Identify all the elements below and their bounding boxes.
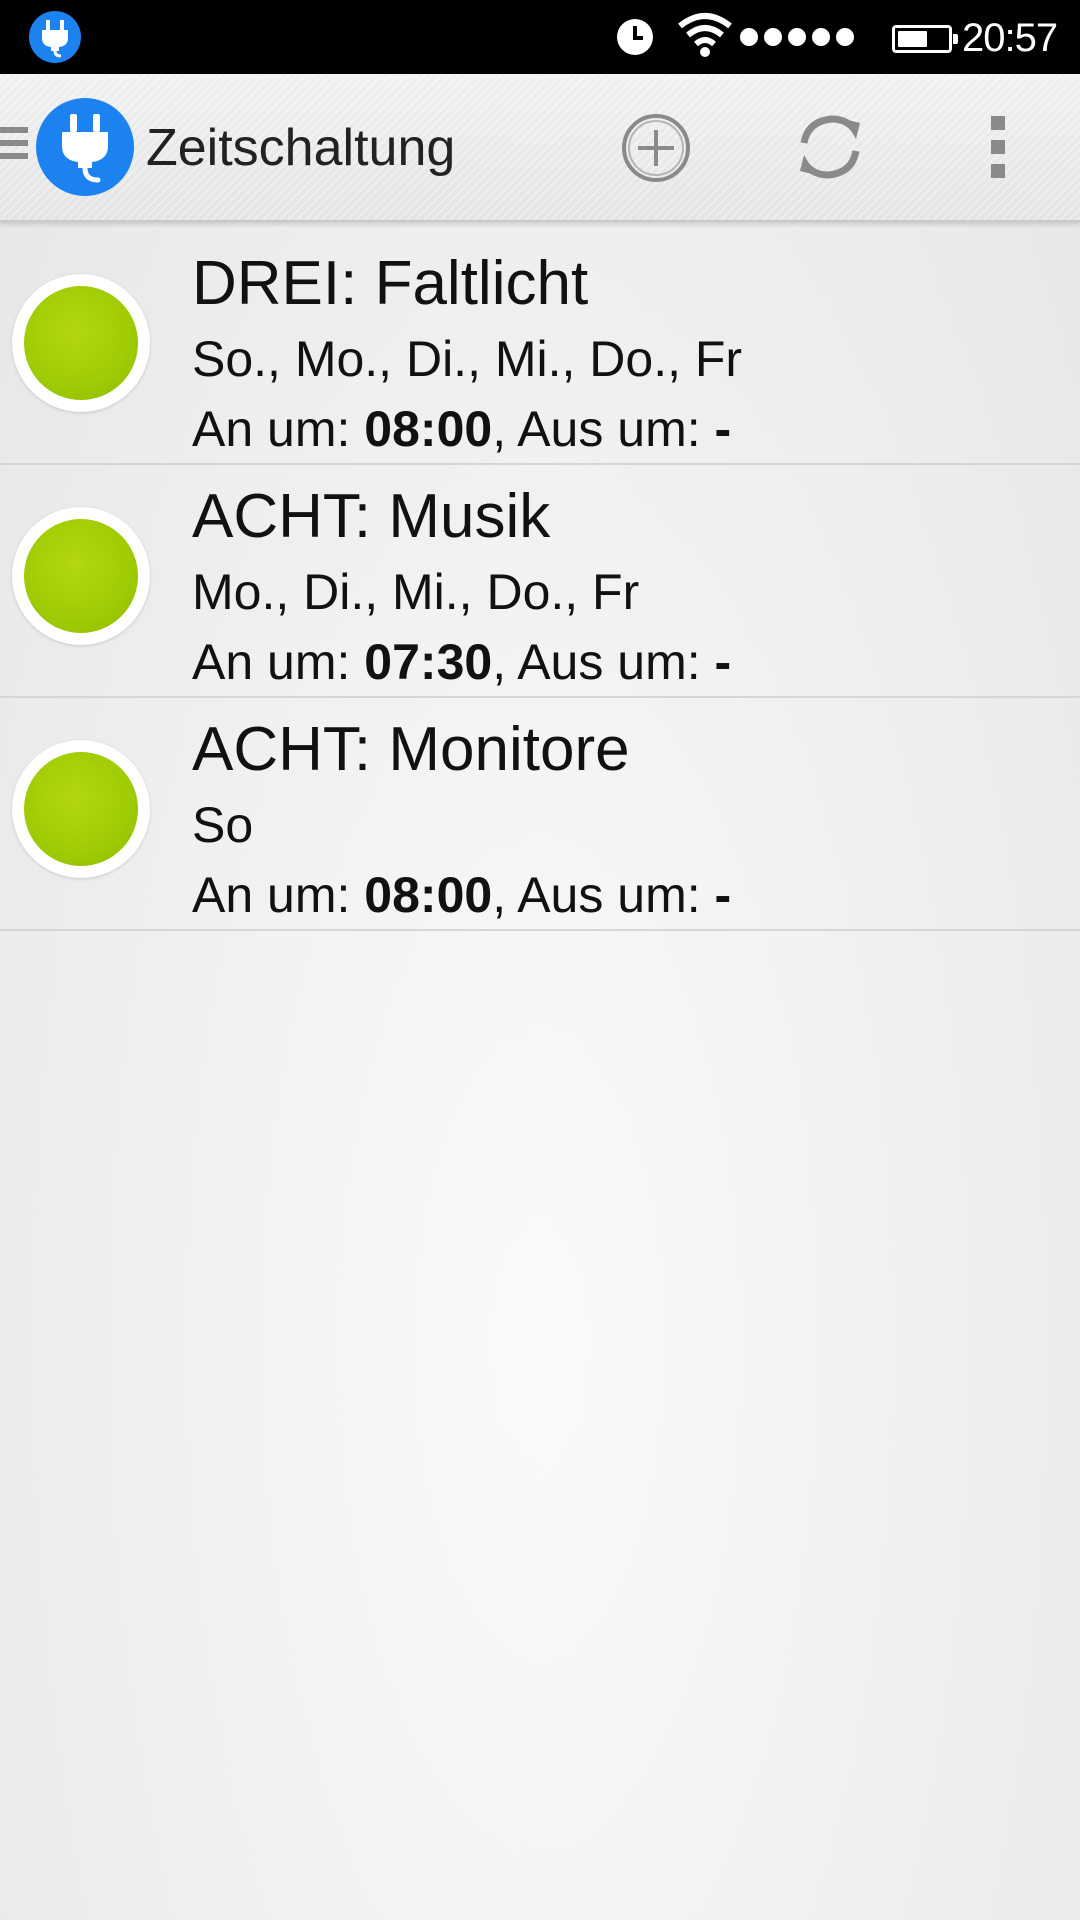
timer-days: Mo., Di., Mi., Do., Fr — [192, 564, 640, 620]
on-label: An um: — [192, 634, 365, 690]
page-title: Zeitschaltung — [146, 119, 456, 177]
plug-logo-icon[interactable] — [36, 98, 134, 196]
timer-list: DREI: Faltlicht So., Mo., Di., Mi., Do.,… — [0, 232, 1080, 931]
overflow-menu-icon[interactable] — [980, 116, 1016, 180]
off-label: , Aus um: — [492, 634, 715, 690]
timer-title: ACHT: Monitore — [192, 715, 630, 784]
timer-title: DREI: Faltlicht — [192, 249, 589, 318]
off-time: - — [714, 634, 732, 690]
timer-title: ACHT: Musik — [192, 482, 551, 551]
status-bar: 20:57 — [0, 0, 1080, 74]
timer-times: An um: 08:00, Aus um: - — [192, 866, 731, 924]
signal-dots-icon — [740, 28, 860, 51]
off-label: , Aus um: — [492, 867, 715, 923]
timer-days: So — [192, 797, 254, 853]
alarm-icon — [615, 17, 655, 62]
drawer-icon[interactable] — [0, 127, 28, 166]
refresh-icon — [800, 115, 860, 179]
off-label: , Aus um: — [492, 401, 715, 457]
add-icon — [622, 114, 690, 182]
on-time: 07:30 — [364, 634, 493, 690]
off-time: - — [714, 867, 732, 923]
status-indicator-icon[interactable] — [12, 740, 150, 878]
off-time: - — [714, 401, 732, 457]
timer-times: An um: 07:30, Aus um: - — [192, 633, 731, 691]
on-label: An um: — [192, 401, 365, 457]
wifi-icon — [678, 12, 732, 63]
list-item[interactable]: ACHT: Monitore So An um: 08:00, Aus um: … — [0, 698, 1080, 931]
plug-notification-icon[interactable] — [29, 11, 81, 63]
timer-days: So., Mo., Di., Mi., Do., Fr — [192, 331, 743, 387]
on-time: 08:00 — [364, 867, 493, 923]
clock-time: 20:57 — [962, 16, 1058, 60]
refresh-button[interactable] — [790, 107, 870, 187]
timer-times: An um: 08:00, Aus um: - — [192, 400, 731, 458]
list-item[interactable]: DREI: Faltlicht So., Mo., Di., Mi., Do.,… — [0, 232, 1080, 465]
list-item[interactable]: ACHT: Musik Mo., Di., Mi., Do., Fr An um… — [0, 465, 1080, 698]
on-label: An um: — [192, 867, 365, 923]
on-time: 08:00 — [364, 401, 493, 457]
add-button[interactable] — [620, 112, 692, 184]
status-indicator-icon[interactable] — [12, 507, 150, 645]
status-indicator-icon[interactable] — [12, 274, 150, 412]
battery-icon — [892, 25, 958, 53]
action-bar: Zeitschaltung — [0, 74, 1080, 222]
